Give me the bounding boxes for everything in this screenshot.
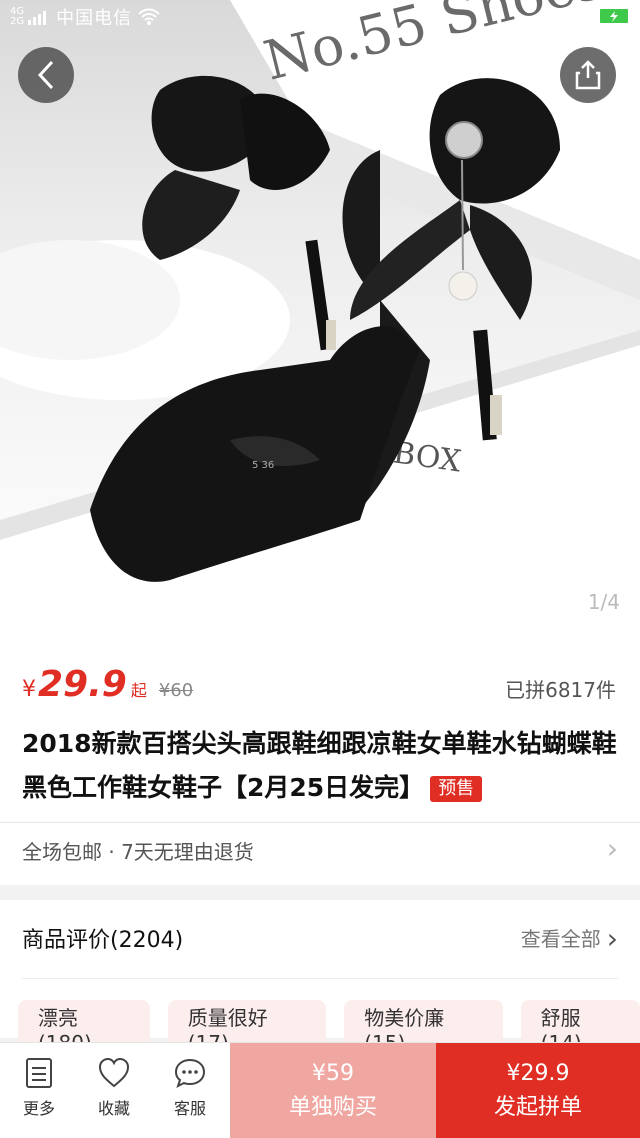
single-price: ¥59 — [312, 1061, 354, 1086]
network-indicator: 4G 2G — [10, 6, 25, 27]
reviews-heading: 商品评价(2204) — [22, 928, 184, 953]
shoe-photo: No.55 ShoesB SHOES BOX 5 36 — [0, 0, 640, 640]
product-image[interactable]: No.55 ShoesB SHOES BOX 5 36 — [0, 0, 640, 640]
status-bar: 4G 2G 中国电信 22:39 — [0, 0, 640, 34]
product-info: ¥ 29.9 起 ¥60 已拼6817件 2018新款百搭尖头高跟鞋细跟凉鞋女单… — [0, 640, 640, 885]
service-text: 全场包邮 · 7天无理由退货 — [22, 840, 254, 864]
chevron-right-icon: › — [606, 832, 618, 865]
buy-alone-button[interactable]: ¥59 单独购买 — [230, 1043, 436, 1138]
original-price: ¥60 — [158, 680, 194, 701]
image-pager: 1/4 — [587, 590, 620, 614]
back-button[interactable] — [18, 47, 74, 103]
share-icon — [575, 60, 601, 90]
list-icon — [26, 1058, 52, 1088]
bottom-bar: 更多 收藏 客服 ¥59 单独购买 ¥29.9 发起拼单 — [0, 1042, 640, 1138]
product-title: 2018新款百搭尖头高跟鞋细跟凉鞋女单鞋水钻蝴蝶鞋黑色工作鞋女鞋子【2月25日发… — [22, 729, 617, 802]
divider — [22, 978, 618, 979]
start-group-buy-button[interactable]: ¥29.9 发起拼单 — [436, 1043, 640, 1138]
presale-tag: 预售 — [430, 776, 483, 802]
price-symbol: ¥ — [22, 677, 36, 702]
insole-text: 5 36 — [252, 460, 274, 471]
wifi-icon — [138, 8, 160, 25]
more-button[interactable]: 更多 — [4, 1057, 74, 1119]
price-suffix: 起 — [130, 681, 147, 700]
service-row[interactable]: 全场包邮 · 7天无理由退货 › — [22, 832, 618, 865]
signal-icon — [28, 9, 47, 25]
favorite-button[interactable]: 收藏 — [79, 1057, 149, 1119]
share-button[interactable] — [560, 47, 616, 103]
battery-icon — [598, 7, 633, 25]
group-price: ¥29.9 — [506, 1061, 570, 1086]
reviews-section: 商品评价(2204) 查看全部› 漂亮(180) 质量很好(17) 物美价廉(1… — [0, 900, 640, 1056]
chat-bubble-icon — [174, 1058, 206, 1088]
heart-icon — [98, 1057, 130, 1088]
group-label: 发起拼单 — [493, 1095, 582, 1120]
chevron-right-icon: › — [606, 922, 618, 955]
divider — [0, 822, 640, 823]
price: 29.9 — [38, 664, 127, 705]
single-label: 单独购买 — [288, 1095, 377, 1120]
sold-count: 已拼6817件 — [505, 678, 616, 702]
clock: 22:39 — [298, 4, 356, 28]
carrier-label: 中国电信 — [56, 8, 133, 29]
see-all-reviews-link[interactable]: 查看全部 › — [521, 922, 618, 955]
customer-service-button[interactable]: 客服 — [155, 1057, 225, 1119]
price-row: ¥ 29.9 起 ¥60 — [22, 664, 193, 705]
chevron-left-icon — [37, 60, 54, 90]
